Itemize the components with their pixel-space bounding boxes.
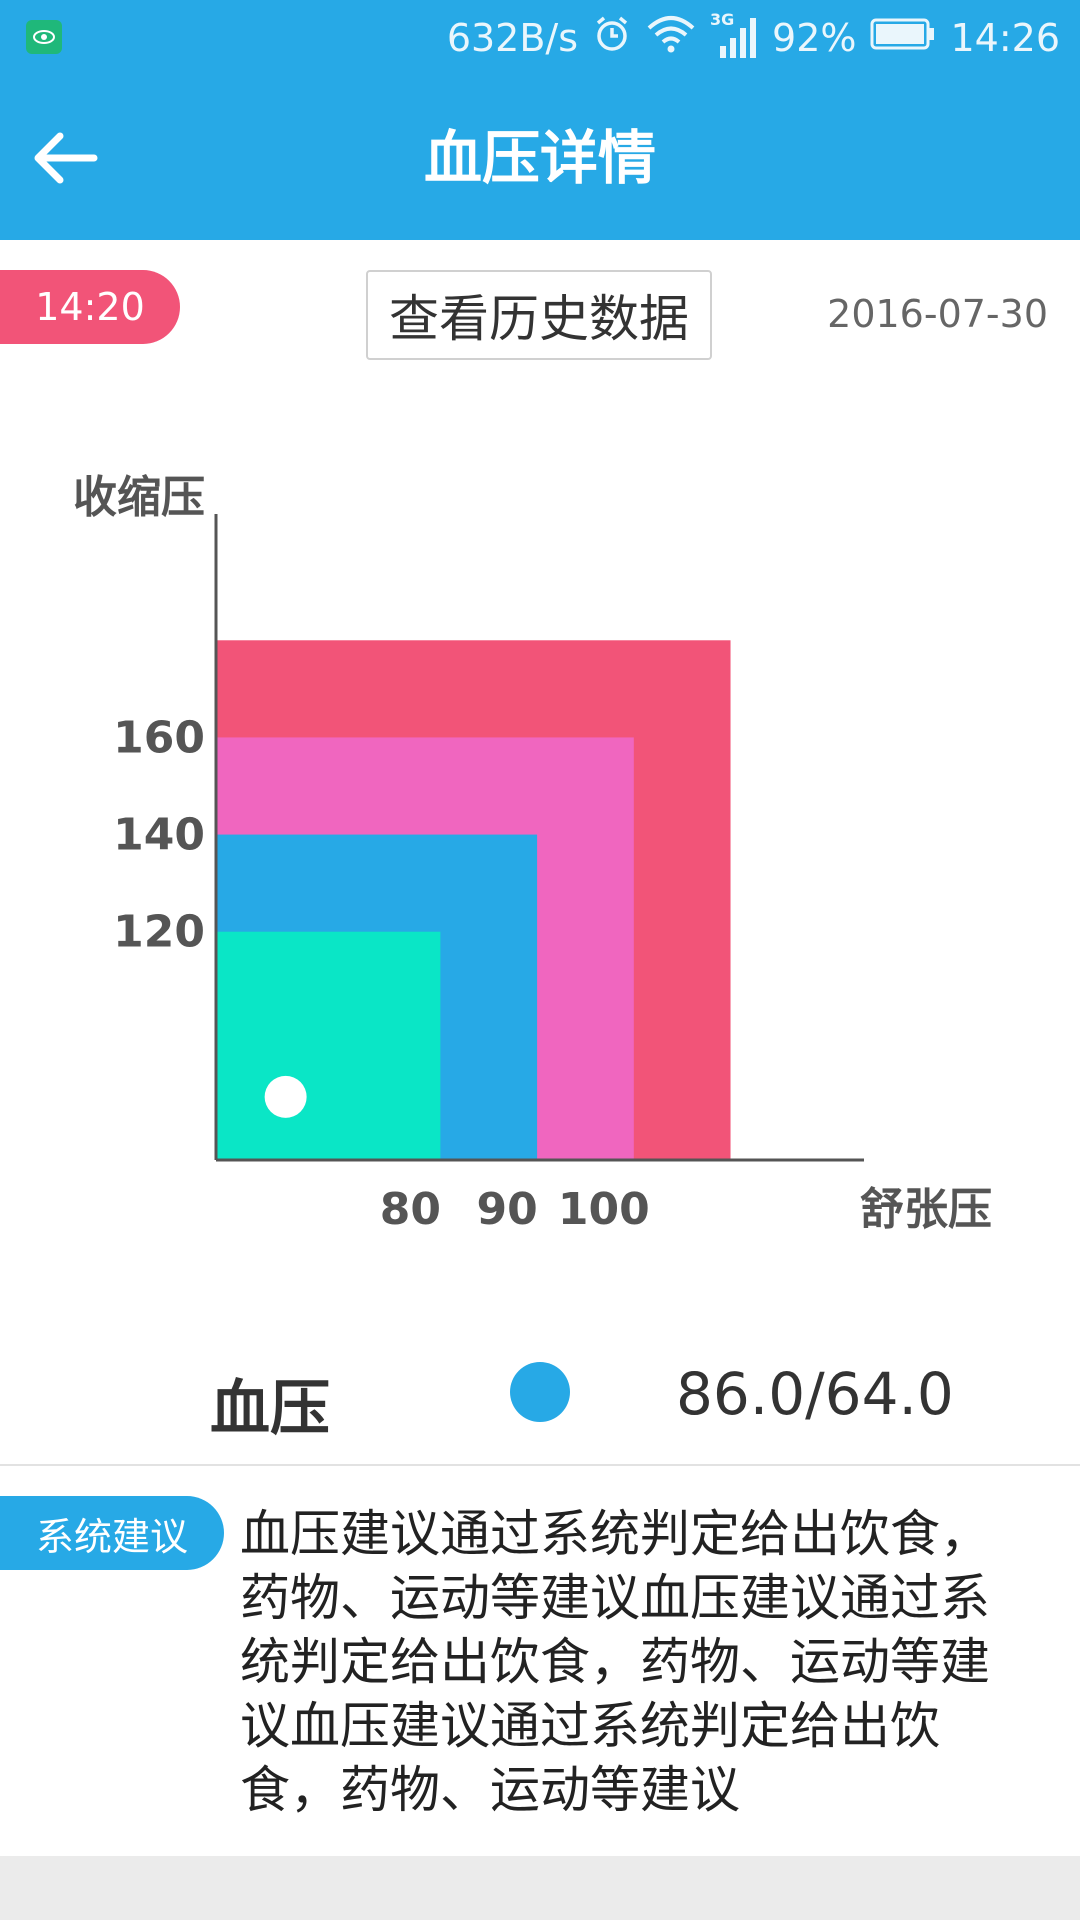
divider <box>0 1464 1080 1466</box>
x-tick-label: 80 <box>380 1184 441 1235</box>
status-right-group: 632B/s 3G 92% 14:26 <box>446 10 1060 63</box>
view-history-button[interactable]: 查看历史数据 <box>366 270 712 360</box>
zone-3 <box>216 931 441 1160</box>
x-axis-label: 舒张压 <box>860 1184 992 1235</box>
bottom-bar <box>0 1856 1080 1920</box>
record-time-badge: 14:20 <box>0 270 180 344</box>
y-tick-label: 160 <box>113 712 205 763</box>
eye-icon <box>26 20 62 54</box>
advice-text: 血压建议通过系统判定给出饮食，药物、运动等建议血压建议通过系统判定给出饮食，药物… <box>240 1505 990 1819</box>
blood-pressure-chart: 120 140 160 80 90 100 收缩压 舒张压 <box>73 472 992 1235</box>
status-time: 14:26 <box>950 16 1060 60</box>
advice-tag: 系统建议 <box>0 1496 224 1570</box>
legend-label: 血压 <box>210 1374 330 1444</box>
y-tick-label: 140 <box>113 810 205 861</box>
battery-percent: 92% <box>772 16 857 60</box>
battery-icon <box>870 16 936 60</box>
signal-icon: 3G <box>710 10 758 60</box>
status-bar: 632B/s 3G 92% 14:26 <box>0 0 1080 76</box>
page-title: 血压详情 <box>423 124 656 192</box>
record-date: 2016-07-30 <box>827 292 1048 336</box>
legend-dot <box>510 1362 570 1422</box>
wifi-icon <box>646 14 696 63</box>
y-tick-label: 120 <box>113 907 205 958</box>
toolbar: 血压详情 <box>0 76 1080 240</box>
y-axis-label: 收缩压 <box>73 472 205 523</box>
x-tick-label: 90 <box>476 1184 537 1235</box>
alarm-icon <box>592 14 632 63</box>
data-point <box>264 1075 307 1118</box>
blood-pressure-value: 86.0/64.0 <box>676 1360 954 1428</box>
x-tick-label: 100 <box>558 1184 650 1235</box>
network-speed: 632B/s <box>446 16 579 60</box>
